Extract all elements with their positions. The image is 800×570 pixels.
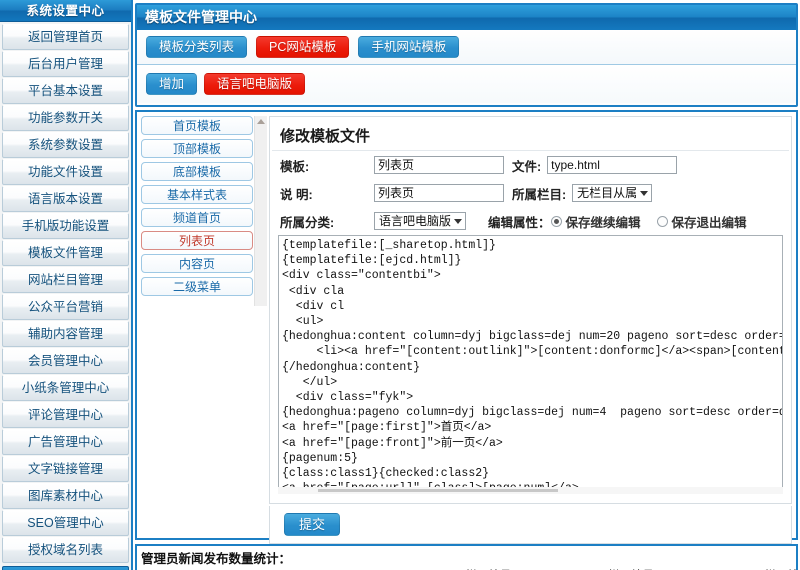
label-column: 所属栏目: bbox=[512, 184, 566, 203]
submenu-item-2[interactable]: 底部模板 bbox=[141, 162, 253, 181]
category-select-value: 语言吧电脑版 bbox=[379, 214, 451, 228]
action-button-0[interactable]: 增加 bbox=[146, 73, 197, 95]
submenu-item-0[interactable]: 首页模板 bbox=[141, 116, 253, 135]
form-title: 修改模板文件 bbox=[280, 125, 791, 146]
template-submenu: 首页模板顶部模板底部模板基本样式表频道首页列表页内容页二级菜单 bbox=[141, 116, 253, 306]
sidebar-item-0[interactable]: 返回管理首页 bbox=[2, 24, 129, 50]
sidebar-item-10[interactable]: 公众平台营销 bbox=[2, 294, 129, 320]
tab-0[interactable]: 模板分类列表 bbox=[146, 36, 247, 58]
template-name-input[interactable] bbox=[374, 156, 504, 174]
row-description: 说 明: 所属栏目: 无栏目从属 bbox=[270, 179, 791, 207]
sidebar-item-4[interactable]: 系统参数设置 bbox=[2, 132, 129, 158]
label-file: 文件: bbox=[512, 156, 541, 175]
radio-save-continue[interactable] bbox=[551, 216, 562, 227]
sidebar-item-7[interactable]: 手机版功能设置 bbox=[2, 213, 129, 239]
page-title: 模板文件管理中心 bbox=[137, 5, 796, 30]
label-category: 所属分类: bbox=[280, 212, 338, 231]
label-description: 说 明: bbox=[280, 184, 338, 203]
sidebar-banner-aspnet: ASP.NET bbox=[2, 566, 129, 570]
submenu-item-3[interactable]: 基本样式表 bbox=[141, 185, 253, 204]
scrollbar-thumb[interactable] bbox=[318, 489, 558, 492]
footer-title: 管理员新闻发布数量统计： bbox=[137, 546, 796, 567]
submenu-item-6[interactable]: 内容页 bbox=[141, 254, 253, 273]
sidebar-item-2[interactable]: 平台基本设置 bbox=[2, 78, 129, 104]
sidebar-header: 系统设置中心 bbox=[0, 0, 131, 22]
row-template: 模板: 文件: bbox=[270, 151, 791, 179]
sidebar-item-18[interactable]: SEO管理中心 bbox=[2, 510, 129, 536]
sidebar-item-17[interactable]: 图库素材中心 bbox=[2, 483, 129, 509]
sidebar-menu: 返回管理首页后台用户管理平台基本设置功能参数开关系统参数设置功能文件设置语言版本… bbox=[0, 24, 131, 563]
file-name-input[interactable] bbox=[547, 156, 677, 174]
description-input[interactable] bbox=[374, 184, 504, 202]
submenu-item-4[interactable]: 频道首页 bbox=[141, 208, 253, 227]
app-window: 系统设置中心 返回管理首页后台用户管理平台基本设置功能参数开关系统参数设置功能文… bbox=[0, 0, 800, 570]
action-button-1[interactable]: 语言吧电脑版 bbox=[204, 73, 305, 95]
row-category: 所属分类: 语言吧电脑版 编辑属性： 保存继续编辑 保存退出编辑 bbox=[270, 207, 791, 235]
label-edit-attribute: 编辑属性： bbox=[488, 212, 551, 231]
submit-button[interactable]: 提交 bbox=[284, 513, 340, 536]
label-template: 模板: bbox=[280, 156, 338, 175]
sidebar-item-14[interactable]: 评论管理中心 bbox=[2, 402, 129, 428]
column-select-value: 无栏目从属 bbox=[577, 186, 637, 200]
sidebar-item-8[interactable]: 模板文件管理 bbox=[2, 240, 129, 266]
chevron-down-icon bbox=[640, 191, 648, 196]
primary-tab-row: 模板分类列表 PC网站模板手机网站模板 bbox=[137, 30, 796, 65]
main-content: 模板文件管理中心 模板分类列表PC网站模板手机网站模板 增加语言吧电脑版 首页模… bbox=[135, 0, 800, 570]
scroll-up-arrow-icon[interactable] bbox=[257, 119, 265, 124]
tab-2[interactable]: 手机网站模板 bbox=[358, 36, 459, 58]
top-panel: 模板文件管理中心 模板分类列表 PC网站模板手机网站模板 增加语言吧电脑版 bbox=[135, 3, 798, 107]
code-editor-horizontal-scrollbar[interactable] bbox=[278, 487, 783, 494]
submenu-scrollbar[interactable] bbox=[254, 116, 267, 306]
radio-save-continue-label: 保存继续编辑 bbox=[566, 212, 641, 231]
sidebar-item-5[interactable]: 功能文件设置 bbox=[2, 159, 129, 185]
sidebar-item-19[interactable]: 授权域名列表 bbox=[2, 537, 129, 563]
sidebar-item-11[interactable]: 辅助内容管理 bbox=[2, 321, 129, 347]
sidebar-item-6[interactable]: 语言版本设置 bbox=[2, 186, 129, 212]
sidebar-item-1[interactable]: 后台用户管理 bbox=[2, 51, 129, 77]
sidebar-item-15[interactable]: 广告管理中心 bbox=[2, 429, 129, 455]
submenu-item-1[interactable]: 顶部模板 bbox=[141, 139, 253, 158]
secondary-tab-row: 增加语言吧电脑版 bbox=[137, 65, 796, 103]
sidebar-item-16[interactable]: 文字链接管理 bbox=[2, 456, 129, 482]
edit-template-form: 修改模板文件 模板: 文件: 说 明: 所属栏目: 无栏目从属 bbox=[269, 116, 792, 504]
radio-save-exit-label: 保存退出编辑 bbox=[672, 212, 747, 231]
sidebar: 系统设置中心 返回管理首页后台用户管理平台基本设置功能参数开关系统参数设置功能文… bbox=[0, 0, 133, 570]
sidebar-item-3[interactable]: 功能参数开关 bbox=[2, 105, 129, 131]
sidebar-item-13[interactable]: 小纸条管理中心 bbox=[2, 375, 129, 401]
submenu-item-7[interactable]: 二级菜单 bbox=[141, 277, 253, 296]
submenu-item-5[interactable]: 列表页 bbox=[141, 231, 253, 250]
column-select[interactable]: 无栏目从属 bbox=[572, 184, 652, 202]
category-select[interactable]: 语言吧电脑版 bbox=[374, 212, 466, 230]
chevron-down-icon bbox=[454, 219, 462, 224]
submit-bar: 提交 bbox=[269, 506, 792, 544]
tab-1[interactable]: PC网站模板 bbox=[256, 36, 349, 58]
sidebar-item-9[interactable]: 网站栏目管理 bbox=[2, 267, 129, 293]
template-code-editor[interactable]: {templatefile:[_sharetop.html]} {templat… bbox=[278, 235, 783, 493]
radio-save-exit[interactable] bbox=[657, 216, 668, 227]
sidebar-item-12[interactable]: 会员管理中心 bbox=[2, 348, 129, 374]
footer-panel: 管理员新闻发布数量统计： {hedonghua:adminouthor memb… bbox=[135, 544, 798, 570]
body-panel: 首页模板顶部模板底部模板基本样式表频道首页列表页内容页二级菜单 修改模板文件 模… bbox=[135, 110, 798, 540]
